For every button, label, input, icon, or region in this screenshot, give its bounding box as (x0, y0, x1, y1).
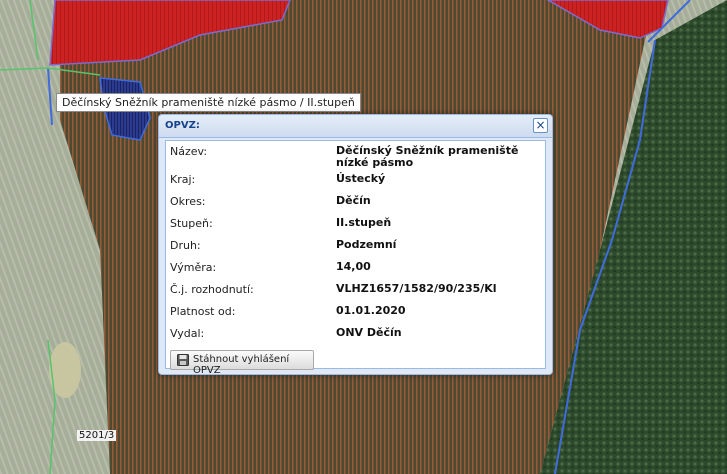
zone-tooltip: Děčínský Sněžník prameniště nízké pásmo … (56, 93, 361, 112)
attr-value: Ústecký (336, 172, 386, 185)
download-button-label: Stáhnout vyhlášení OPVZ (193, 354, 290, 376)
parcel-number-label: 5201/3 (77, 430, 117, 441)
popup-body: Název: Děčínský Sněžník prameniště nízké… (165, 140, 546, 376)
attr-label: Druh: (170, 239, 201, 252)
close-icon: × (535, 118, 546, 132)
attr-value: Děčínský Sněžník prameniště nízké pásmo (336, 144, 519, 169)
attr-value: II.stupeň (336, 216, 392, 229)
attr-value: Podzemní (336, 238, 397, 251)
opvz-info-popup: OPVZ: × Název: Děčínský Sněžník prameniš… (158, 114, 553, 376)
attr-label: Platnost od: (170, 305, 236, 318)
attr-label: Výměra: (170, 261, 217, 274)
attr-label: Název: (170, 145, 208, 158)
attr-label: Stupeň: (170, 217, 213, 230)
close-button[interactable]: × (533, 118, 548, 133)
floppy-disk-icon (177, 354, 189, 366)
download-opvz-button[interactable]: Stáhnout vyhlášení OPVZ (170, 350, 314, 376)
attr-label: Vydal: (170, 327, 205, 340)
attr-label: Č.j. rozhodnutí: (170, 283, 254, 296)
attr-value: 14,00 (336, 260, 371, 273)
attr-label: Okres: (170, 195, 206, 208)
attr-value: Děčín (336, 194, 371, 207)
popup-header: OPVZ: × (159, 115, 552, 138)
attr-label: Kraj: (170, 173, 196, 186)
popup-title: OPVZ: (165, 120, 200, 131)
attr-value: VLHZ1657/1582/90/235/Kl (336, 282, 497, 295)
attr-value: 01.01.2020 (336, 304, 406, 317)
attr-value: ONV Děčín (336, 326, 402, 339)
